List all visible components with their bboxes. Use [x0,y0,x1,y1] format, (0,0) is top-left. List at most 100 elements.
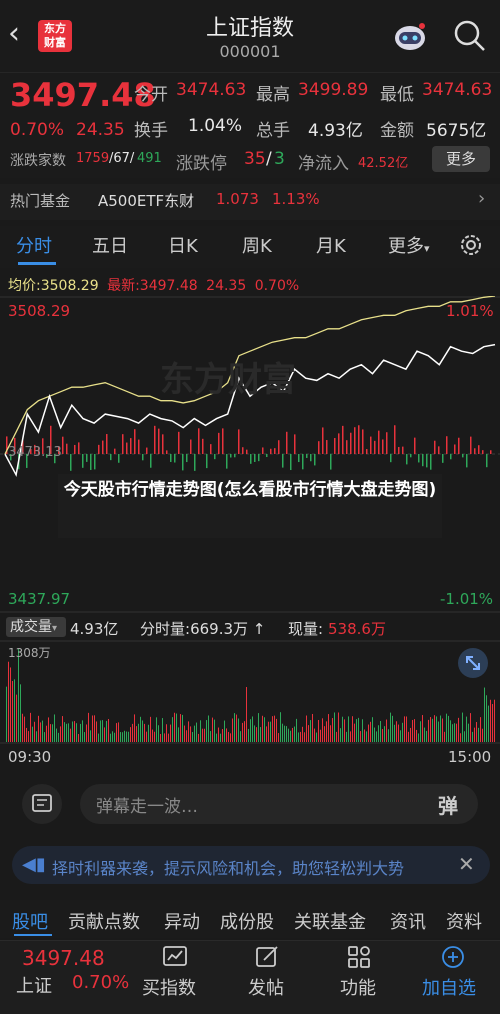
volume-bar [30,712,31,742]
volume-bar [174,712,175,742]
volume-bar [28,731,29,742]
volume-bar [224,720,225,742]
volume-bar [132,723,133,742]
chevron-right-icon[interactable]: › [478,188,485,209]
volume-bar [382,728,383,742]
volume-bar [100,720,101,742]
tab-contribution[interactable]: 贡献点数 [68,908,140,934]
flow-bar [298,454,300,463]
danmaku-placeholder: 弹幕走一波… [96,797,198,817]
tab-news[interactable]: 资讯 [390,908,426,934]
volume-bar [254,725,255,742]
nav-price: 3497.48 [22,946,105,970]
flow-bar [122,434,124,454]
flow-bar [466,454,468,468]
flow-bar [306,454,308,458]
active-tab-indicator [18,262,56,265]
flow-bar [146,447,148,454]
flow-bar [454,444,456,454]
volume-bar [172,717,173,742]
volume-bar [98,733,99,742]
logo-line-2: 财富 [44,36,66,49]
volume-bar [460,733,461,742]
volume-bar [108,719,109,742]
close-icon[interactable]: ✕ [458,852,475,876]
volume-indicator-select[interactable]: 成交量▾ [6,617,66,637]
tab-forum[interactable]: 股吧 [12,908,48,934]
volume-bar [156,717,157,742]
tab-more[interactable]: 更多▾ [388,232,430,258]
volume-bar [222,729,223,742]
tab-related-funds[interactable]: 关联基金 [294,908,366,934]
volume-bar [248,728,249,742]
volume-bar [312,713,313,742]
volume-bar [46,725,47,742]
tab-five-day[interactable]: 五日 [92,232,128,258]
volume-bar [180,714,181,742]
flow-bar [102,440,104,454]
intraday-chart[interactable] [0,296,500,614]
minute-volume-label: 分时量: [140,620,191,638]
tab-constituents[interactable]: 成份股 [220,908,274,934]
grid-icon [348,946,370,968]
flow-bar [422,454,424,467]
volume-total: 4.93亿 [70,620,119,638]
volume-bar [308,725,309,742]
volume-bar [38,715,39,742]
amount-label: 金额 [380,121,414,141]
more-button[interactable]: 更多 [432,146,490,172]
volume-bar [452,724,453,742]
volume-bar [356,719,357,742]
low-label: 最低 [380,85,414,105]
danmaku-settings-icon[interactable] [22,784,62,824]
watermark: 东方财富 [160,360,296,400]
minute-volume: 分时量:669.3万 ↑ [140,618,265,639]
tab-daily-k[interactable]: 日K [168,232,198,258]
flow-bar [174,454,176,463]
volume-bar [348,716,349,742]
volume-bar [422,715,423,742]
volume-bar [340,728,341,742]
volume-bar [212,717,213,742]
flow-bar [222,428,224,454]
volume-bar [194,725,195,742]
flow-bar [402,446,404,454]
flow-bar [86,454,88,462]
expand-icon[interactable] [458,648,488,678]
robot-assistant-icon[interactable] [390,18,430,54]
volume-label: 总手 [256,121,290,141]
volume-bar [320,729,321,742]
volume-bar [444,731,445,742]
volume-bar [164,733,165,742]
volume-bar [198,733,199,742]
tab-weekly-k[interactable]: 周K [242,232,272,258]
volume-chart[interactable] [0,640,500,744]
volume-bar [358,717,359,742]
volume-bar [64,722,65,742]
flat-count: /67/ [109,151,135,166]
flow-bar [270,448,272,454]
flow-bar [238,429,240,454]
tab-intraday[interactable]: 分时 [16,232,52,258]
search-icon[interactable] [452,18,488,54]
tab-monthly-k[interactable]: 月K [316,232,346,258]
stock-code: 000001 [219,42,281,61]
flow-bar [458,437,460,454]
nav-stock-name: 上证 [16,976,52,997]
volume-bar [274,715,275,742]
hot-fund-name: A500ETF东财 [98,192,195,210]
chart-low-label: 3437.97 [8,590,71,608]
danmaku-send-button[interactable]: 弹 [438,790,458,819]
gear-icon[interactable] [458,232,484,258]
page-title: 上证指数 [205,16,294,41]
flow-bar [194,454,196,471]
edit-icon [256,946,278,967]
flow-bar [158,428,160,454]
volume-bar [448,715,449,742]
chevron-left-icon[interactable]: ‹ [8,16,36,52]
volume-bar [178,727,179,742]
volume-bar [124,730,125,742]
tab-profile[interactable]: 资料 [446,908,482,934]
tab-movers[interactable]: 异动 [164,908,200,934]
limit-up-count: 35 [244,149,266,169]
